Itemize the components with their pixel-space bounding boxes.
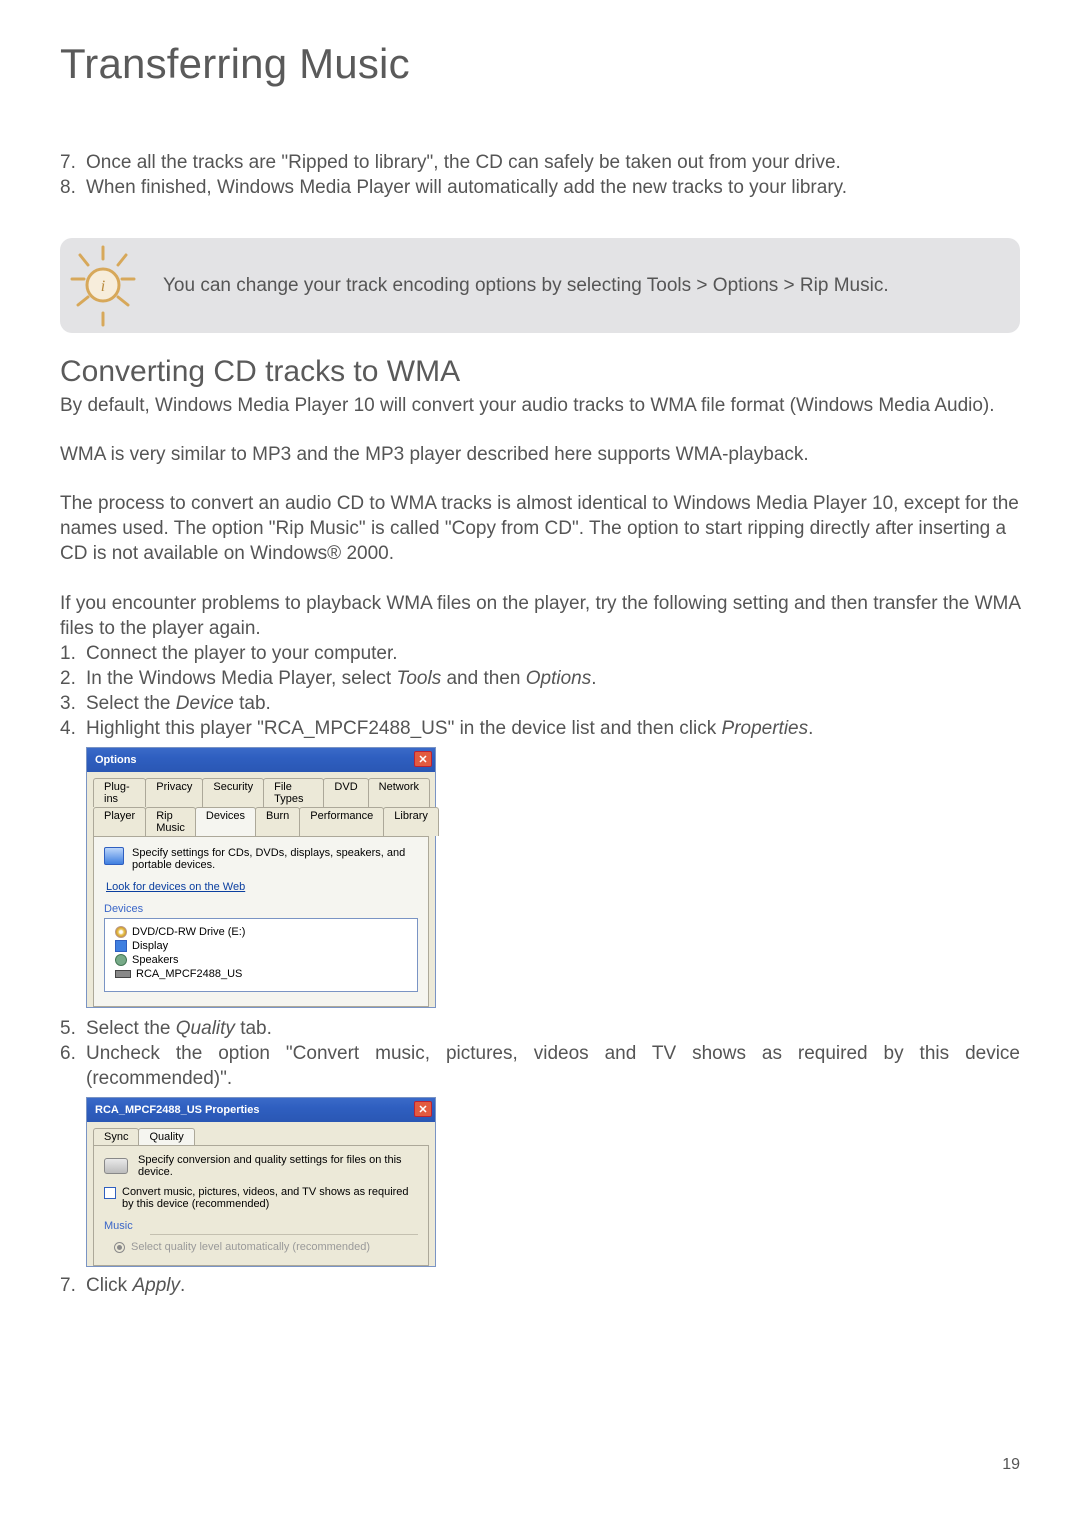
display-icon bbox=[115, 940, 127, 952]
tip-text: You can change your track encoding optio… bbox=[163, 263, 889, 308]
screenshot-options-dialog: Options ✕ Plug-ins Privacy Security File… bbox=[86, 747, 436, 1008]
tab-burn[interactable]: Burn bbox=[255, 807, 300, 836]
step-number: 7. bbox=[60, 1273, 86, 1298]
panel-description: Specify settings for CDs, DVDs, displays… bbox=[132, 847, 418, 871]
devices-listbox[interactable]: DVD/CD-RW Drive (E:) Display Speakers RC… bbox=[104, 918, 418, 992]
step-number: 1. bbox=[60, 641, 86, 666]
list-item: 5.Select the Quality tab. bbox=[60, 1016, 1020, 1041]
step-number: 3. bbox=[60, 691, 86, 716]
paragraph: The process to convert an audio CD to WM… bbox=[60, 491, 1020, 566]
dialog-titlebar: Options ✕ bbox=[87, 748, 435, 772]
page-title: Transferring Music bbox=[60, 40, 1020, 88]
convert-checkbox[interactable] bbox=[104, 1187, 116, 1199]
step-number: 6. bbox=[60, 1041, 86, 1091]
divider bbox=[150, 1234, 418, 1235]
svg-text:i: i bbox=[100, 278, 104, 295]
tab-dvd[interactable]: DVD bbox=[323, 778, 368, 807]
dialog-panel: Specify settings for CDs, DVDs, displays… bbox=[93, 837, 429, 1007]
step-list-b: 5.Select the Quality tab. 6.Uncheck the … bbox=[60, 1016, 1020, 1091]
speakers-icon bbox=[115, 954, 127, 966]
step-text: Select the Quality tab. bbox=[86, 1016, 272, 1041]
tab-security[interactable]: Security bbox=[202, 778, 264, 807]
step-number: 7. bbox=[60, 150, 86, 175]
step-number: 4. bbox=[60, 716, 86, 741]
close-icon[interactable]: ✕ bbox=[414, 751, 432, 767]
drive-icon bbox=[104, 1158, 128, 1174]
panel-description: Specify conversion and quality settings … bbox=[138, 1154, 418, 1178]
step-number: 2. bbox=[60, 666, 86, 691]
radio-label: Select quality level automatically (reco… bbox=[131, 1241, 370, 1253]
list-item: 7.Once all the tracks are "Ripped to lib… bbox=[60, 150, 1020, 175]
paragraph: WMA is very similar to MP3 and the MP3 p… bbox=[60, 442, 1020, 467]
tab-network[interactable]: Network bbox=[368, 778, 430, 807]
list-item: 2.In the Windows Media Player, select To… bbox=[60, 666, 1020, 691]
screenshot-properties-dialog: RCA_MPCF2488_US Properties ✕ Sync Qualit… bbox=[86, 1097, 436, 1267]
step-number: 8. bbox=[60, 175, 86, 200]
list-item: 1.Connect the player to your computer. bbox=[60, 641, 1020, 666]
step-text: In the Windows Media Player, select Tool… bbox=[86, 666, 597, 691]
close-icon[interactable]: ✕ bbox=[414, 1101, 432, 1117]
tab-file-types[interactable]: File Types bbox=[263, 778, 324, 807]
step-text: Select the Device tab. bbox=[86, 691, 271, 716]
dialog-title: RCA_MPCF2488_US Properties bbox=[95, 1104, 259, 1116]
paragraph: If you encounter problems to playback WM… bbox=[60, 591, 1020, 641]
step-text: Once all the tracks are "Ripped to libra… bbox=[86, 150, 841, 175]
tab-row: Sync Quality bbox=[93, 1128, 429, 1146]
tab-devices[interactable]: Devices bbox=[195, 807, 256, 836]
list-item[interactable]: RCA_MPCF2488_US bbox=[115, 967, 411, 981]
tab-row-upper: Plug-ins Privacy Security File Types DVD… bbox=[93, 778, 429, 807]
tab-rip-music[interactable]: Rip Music bbox=[145, 807, 196, 836]
lightbulb-icon: i bbox=[60, 238, 145, 333]
music-group-label: Music bbox=[104, 1220, 418, 1232]
paragraph: By default, Windows Media Player 10 will… bbox=[60, 393, 1020, 418]
tab-row-lower: Player Rip Music Devices Burn Performanc… bbox=[93, 807, 429, 837]
tab-performance[interactable]: Performance bbox=[299, 807, 384, 836]
list-item: 3.Select the Device tab. bbox=[60, 691, 1020, 716]
tab-library[interactable]: Library bbox=[383, 807, 439, 836]
tab-quality[interactable]: Quality bbox=[138, 1128, 194, 1145]
checkbox-label: Convert music, pictures, videos, and TV … bbox=[122, 1186, 418, 1210]
list-item[interactable]: DVD/CD-RW Drive (E:) bbox=[115, 925, 411, 939]
step-number: 5. bbox=[60, 1016, 86, 1041]
auto-quality-radio[interactable] bbox=[114, 1242, 125, 1253]
list-item[interactable]: Display bbox=[115, 939, 411, 953]
look-for-devices-link[interactable]: Look for devices on the Web bbox=[106, 881, 245, 893]
tab-sync[interactable]: Sync bbox=[93, 1128, 139, 1145]
page-number: 19 bbox=[1002, 1456, 1020, 1474]
list-item[interactable]: Speakers bbox=[115, 953, 411, 967]
step-list-a: 1.Connect the player to your computer. 2… bbox=[60, 641, 1020, 741]
list-item: 6.Uncheck the option "Convert music, pic… bbox=[60, 1041, 1020, 1091]
tab-plugins[interactable]: Plug-ins bbox=[93, 778, 146, 807]
step-text: Connect the player to your computer. bbox=[86, 641, 398, 666]
step-text: When finished, Windows Media Player will… bbox=[86, 175, 847, 200]
devices-group-label: Devices bbox=[104, 903, 418, 915]
cd-drive-icon bbox=[115, 926, 127, 938]
section-title: Converting CD tracks to WMA bbox=[60, 355, 1020, 389]
step-text: Click Apply. bbox=[86, 1273, 185, 1298]
tip-callout: i You can change your track encoding opt… bbox=[60, 238, 1020, 333]
list-item: 4.Highlight this player "RCA_MPCF2488_US… bbox=[60, 716, 1020, 741]
step-list-c: 7.Click Apply. bbox=[60, 1273, 1020, 1298]
list-item: 8.When finished, Windows Media Player wi… bbox=[60, 175, 1020, 200]
dialog-panel: Specify conversion and quality settings … bbox=[93, 1146, 429, 1266]
dialog-title: Options bbox=[95, 754, 137, 766]
tab-privacy[interactable]: Privacy bbox=[145, 778, 203, 807]
portable-device-icon bbox=[115, 970, 131, 978]
intro-step-list: 7.Once all the tracks are "Ripped to lib… bbox=[60, 150, 1020, 200]
step-text: Uncheck the option "Convert music, pictu… bbox=[86, 1041, 1020, 1091]
tab-player[interactable]: Player bbox=[93, 807, 146, 836]
step-text: Highlight this player "RCA_MPCF2488_US" … bbox=[86, 716, 813, 741]
dialog-titlebar: RCA_MPCF2488_US Properties ✕ bbox=[87, 1098, 435, 1122]
computer-icon bbox=[104, 847, 124, 865]
list-item: 7.Click Apply. bbox=[60, 1273, 1020, 1298]
